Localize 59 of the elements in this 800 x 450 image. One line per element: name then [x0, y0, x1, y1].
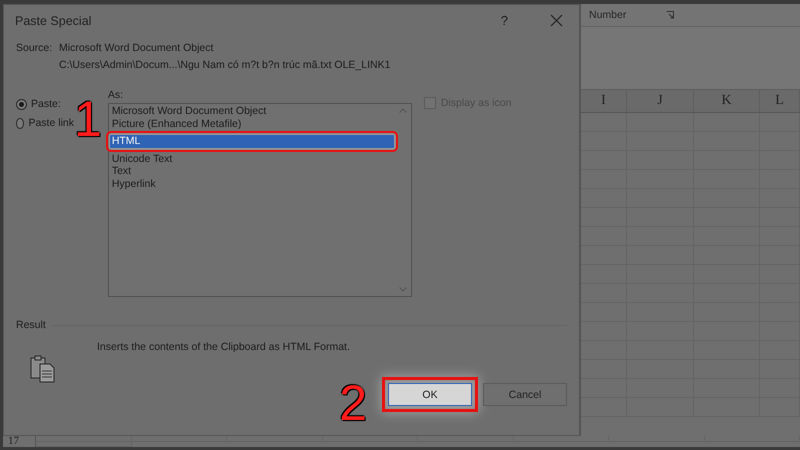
help-button[interactable]: ?: [494, 11, 514, 30]
format-item[interactable]: HTML: [110, 135, 394, 148]
spreadsheet-cell[interactable]: [581, 379, 627, 398]
format-item[interactable]: Unicode Text: [110, 152, 394, 165]
clipboard-icon: [30, 355, 56, 383]
spreadsheet-cell[interactable]: [581, 151, 627, 170]
spreadsheet-cell[interactable]: [36, 442, 132, 447]
spreadsheet-cell[interactable]: [581, 113, 627, 132]
spreadsheet-cell[interactable]: [227, 436, 322, 442]
step-number: 2: [339, 383, 367, 423]
spreadsheet-cell[interactable]: [36, 436, 132, 442]
result-description: Inserts the contents of the Clipboard as HTML Format.: [97, 341, 351, 353]
spreadsheet-cell[interactable]: [581, 284, 627, 303]
radio-label: Paste link: [28, 117, 74, 129]
spreadsheet-cell[interactable]: [581, 398, 627, 417]
format-item[interactable]: Picture (Enhanced Metafile): [110, 118, 394, 130]
scroll-up-icon[interactable]: [398, 108, 407, 113]
column-header[interactable]: J: [627, 90, 694, 112]
spreadsheet-cell[interactable]: [581, 208, 627, 227]
format-item[interactable]: Microsoft Word Document Object: [110, 105, 394, 118]
column-header[interactable]: L: [760, 90, 800, 112]
column-header[interactable]: K: [694, 90, 760, 112]
close-icon: [550, 14, 563, 27]
spreadsheet-cell[interactable]: [581, 360, 627, 379]
spreadsheet-cell[interactable]: [581, 303, 627, 322]
spreadsheet-cell[interactable]: [514, 436, 609, 442]
spreadsheet-cell[interactable]: [760, 113, 800, 132]
spreadsheet-cell[interactable]: [581, 189, 627, 208]
result-label: Result: [16, 319, 46, 331]
spreadsheet-cell[interactable]: [581, 227, 627, 246]
radio-button[interactable]: [16, 118, 24, 128]
format-item[interactable]: Text: [110, 165, 394, 178]
radio-button[interactable]: [16, 98, 27, 110]
spreadsheet-cell[interactable]: [581, 132, 627, 151]
column-header[interactable]: I: [581, 90, 627, 112]
row-header[interactable]: 17: [3, 436, 36, 447]
source-path: C:\Users\Admin\Docum...\Ngu Nam có m?t b?n trúc mã.txt OLE_LINK1: [59, 59, 392, 71]
source-label: Source:: [16, 42, 54, 54]
ribbon-group-label: Number: [589, 9, 626, 21]
spreadsheet-cell[interactable]: [694, 113, 760, 132]
format-item[interactable]: Hyperlink: [110, 178, 394, 190]
cancel-button[interactable]: Cancel: [483, 383, 567, 406]
dialog-title: Paste Special: [15, 14, 92, 28]
checkbox[interactable]: [424, 97, 436, 109]
spreadsheet-cell[interactable]: [418, 436, 514, 442]
spreadsheet-cell[interactable]: [132, 436, 227, 442]
spreadsheet-cell[interactable]: [581, 170, 627, 189]
spreadsheet-cell[interactable]: [581, 322, 627, 341]
spreadsheet-cell[interactable]: [581, 341, 627, 360]
spreadsheet-cell[interactable]: [627, 113, 694, 132]
dialog-launcher-icon[interactable]: [666, 11, 674, 19]
source-name: Microsoft Word Document Object: [59, 42, 214, 54]
radio-label: Paste:: [31, 98, 61, 110]
spreadsheet-cell[interactable]: [322, 436, 418, 442]
step-number: 1: [74, 99, 102, 139]
spreadsheet-cell[interactable]: [581, 265, 627, 284]
scroll-down-icon[interactable]: [398, 287, 407, 292]
as-label: As:: [108, 89, 124, 101]
spreadsheet-cell[interactable]: [581, 246, 627, 265]
